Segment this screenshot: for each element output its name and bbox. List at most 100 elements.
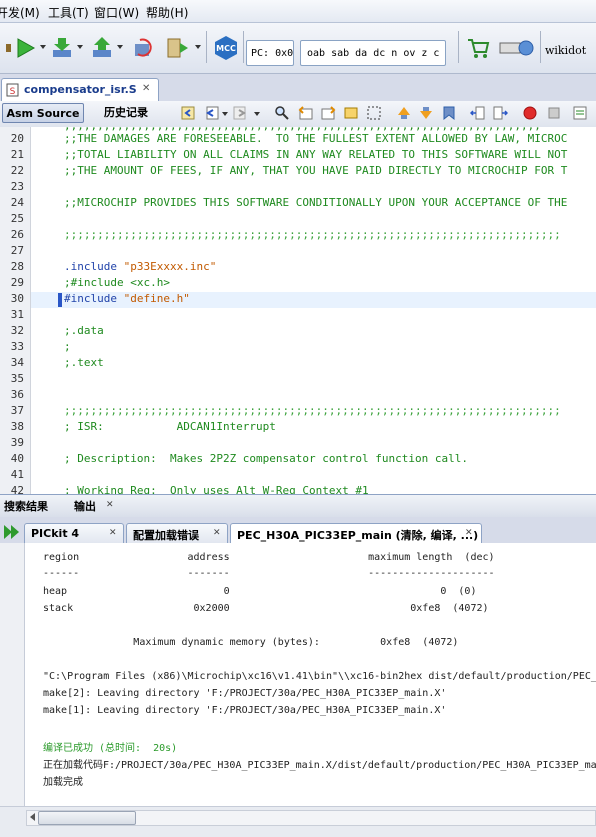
record-macro-icon[interactable] (522, 105, 538, 121)
code-line-42: ; Working Reg: Only uses Alt W-Reg Conte… (64, 484, 369, 494)
line-number-gutter: 20 21 22 23 24 25 26 27 28 29 30 31 32 33 34 35 36 37 38 39… (0, 127, 31, 494)
line-number: 40 (10, 452, 24, 465)
code-line-33: ; (64, 340, 71, 353)
rerun-icon[interactable] (2, 522, 22, 542)
hold-reset-icon[interactable] (166, 36, 190, 60)
code-line-37: ;;;;;;;;;;;;;;;;;;;;;;;;;;;;;;;;;;;;;;;;… (64, 404, 561, 417)
pc-readout: PC: 0x0 (246, 40, 294, 66)
line-number: 28 (10, 260, 24, 273)
line-number: 35 (10, 372, 24, 385)
asm-file-icon: S (6, 83, 19, 97)
output-line: ------ ------- --------------------- (43, 568, 495, 579)
line-number: 36 (10, 388, 24, 401)
shift-left-icon[interactable] (470, 105, 486, 121)
tab-compensator-isr[interactable]: S compensator_isr.S ✕ (1, 78, 159, 102)
run-icon[interactable] (14, 36, 38, 60)
close-icon[interactable]: ✕ (106, 500, 114, 510)
program-dropdown-icon[interactable] (77, 45, 83, 49)
tab-config-load-error[interactable]: 配置加载错误 ✕ (126, 523, 228, 543)
chip-web-icon[interactable] (498, 36, 534, 60)
tab-history[interactable]: 历史记录 (94, 103, 158, 123)
code-line-28: .include "p33Exxxx.inc" (64, 260, 216, 273)
close-icon[interactable]: ✕ (142, 83, 150, 94)
code-line-26: ;;;;;;;;;;;;;;;;;;;;;;;;;;;;;;;;;;;;;;;;… (64, 228, 561, 241)
tab-build-output-label: PEC_H30A_PIC33EP_main (清除, 编译, ...) (237, 529, 479, 542)
output-line: Maximum dynamic memory (bytes): 0xfe8 (4… (43, 637, 459, 648)
toggle-highlight-icon[interactable] (343, 105, 359, 121)
shift-right-icon[interactable] (492, 105, 508, 121)
file-tab-label: compensator_isr.S (24, 83, 137, 96)
search-field[interactable]: wikidot (545, 44, 586, 57)
scroll-left-icon[interactable] (28, 812, 38, 822)
tab-asm-source[interactable]: Asm Source (2, 103, 84, 123)
rect-select-icon[interactable] (366, 105, 382, 121)
main-toolbar: MCC (0, 23, 596, 74)
line-number: 38 (10, 420, 24, 433)
forward-icon[interactable] (232, 105, 248, 121)
line-number: 25 (10, 212, 24, 225)
menu-tools[interactable]: 工具(T) (48, 4, 89, 21)
prev-bookmark-icon[interactable] (396, 105, 412, 121)
stop-macro-icon[interactable] (546, 105, 562, 121)
back-icon[interactable] (204, 105, 220, 121)
run-dropdown-icon[interactable] (40, 45, 46, 49)
menu-debug[interactable]: 开发(M) (0, 4, 40, 21)
tab-output[interactable]: 输出 (74, 498, 96, 514)
line-number: 30 (10, 292, 24, 305)
line-number: 23 (10, 180, 24, 193)
find-next-icon[interactable] (320, 105, 336, 121)
next-bookmark-icon[interactable] (418, 105, 434, 121)
reset-dropdown-icon[interactable] (195, 45, 201, 49)
tab-config-load-error-label: 配置加载错误 (133, 529, 199, 542)
output-line: region address maximum length (dec) (43, 552, 495, 563)
include-filename: "p33Exxxx.inc" (123, 260, 217, 273)
find-icon[interactable] (274, 105, 290, 121)
menu-window[interactable]: 窗口(W) (94, 4, 139, 21)
output-line: 正在加载代码F:/PROJECT/30a/PEC_H30A_PIC33EP_ma… (43, 760, 596, 771)
tab-pickit4[interactable]: PICkit 4 ✕ (24, 523, 124, 543)
close-icon[interactable]: ✕ (465, 528, 473, 538)
code-line-22: ;;THE AMOUNT OF FEES, IF ANY, THAT YOU H… (64, 164, 568, 177)
output-line: "C:\Program Files (x86)\Microchip\xc16\v… (43, 671, 596, 682)
svg-text:S: S (10, 87, 16, 97)
status-register-readout: oab sab da dc n ov z c (300, 40, 446, 66)
mcc-label: MCC (216, 44, 236, 53)
line-number: 21 (10, 148, 24, 161)
line-number: 20 (10, 132, 24, 145)
refresh-icon[interactable] (132, 36, 156, 60)
menu-help[interactable]: 帮助(H) (146, 4, 188, 21)
line-number: 24 (10, 196, 24, 209)
tab-build-output[interactable]: PEC_H30A_PIC33EP_main (清除, 编译, ...) ✕ (230, 523, 482, 544)
output-line: make[1]: Leaving directory 'F:/PROJECT/3… (43, 705, 447, 716)
line-number: 29 (10, 276, 24, 289)
line-number: 41 (10, 468, 24, 481)
download-chip-icon[interactable] (50, 36, 74, 60)
read-dropdown-icon[interactable] (117, 45, 123, 49)
line-number: 27 (10, 244, 24, 257)
find-prev-icon[interactable] (298, 105, 314, 121)
line-number: 22 (10, 164, 24, 177)
menu-bar: 开发(M) 工具(T) 窗口(W) 帮助(H) (0, 0, 596, 23)
tab-pickit4-label: PICkit 4 (31, 527, 80, 540)
comment-icon[interactable] (572, 105, 588, 121)
close-icon[interactable]: ✕ (109, 528, 117, 538)
tab-search-results[interactable]: 搜索结果 (4, 498, 48, 514)
toggle-bookmark-icon[interactable] (441, 105, 457, 121)
last-edit-icon[interactable] (180, 105, 196, 121)
code-line-30: #include "define.h" (64, 292, 190, 305)
output-line: heap 0 0 (0) (43, 586, 477, 597)
upload-chip-icon[interactable] (90, 36, 114, 60)
close-icon[interactable]: ✕ (213, 528, 221, 538)
directive-include: #include (64, 292, 117, 305)
code-line-40: ; Description: Makes 2P2Z compensator co… (64, 452, 468, 465)
output-side-strip (0, 543, 25, 806)
code-editor[interactable]: ;;;;;;;;;;;;;;;;;;;;;;;;;;;;;;;;;;;;;;;;… (31, 127, 596, 494)
mcc-icon[interactable]: MCC (213, 35, 239, 61)
line-number: 42 (10, 484, 24, 494)
code-line-38: ; ISR: ADCAN1Interrupt (64, 420, 276, 433)
cart-icon[interactable] (466, 36, 490, 60)
output-console[interactable]: region address maximum length (dec) ----… (25, 543, 596, 806)
scrollbar-thumb[interactable] (38, 811, 136, 825)
line-number: 26 (10, 228, 24, 241)
line-number: 39 (10, 436, 24, 449)
